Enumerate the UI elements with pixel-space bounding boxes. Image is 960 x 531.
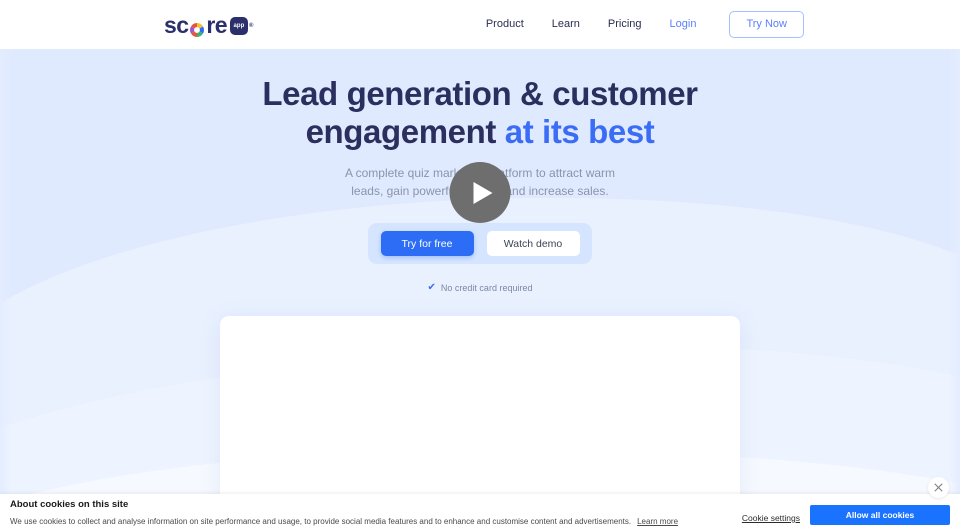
- cookie-banner-title: About cookies on this site: [10, 499, 129, 510]
- nav-item-learn[interactable]: Learn: [538, 0, 594, 49]
- no-credit-card-note: ✔ No credit card required: [0, 282, 960, 293]
- headline-line-2: engagement: [305, 113, 505, 150]
- logo-text-after: re: [206, 12, 227, 38]
- close-icon[interactable]: [928, 477, 949, 498]
- logo-app-badge: app: [229, 17, 248, 35]
- close-x-glyph: [934, 483, 943, 492]
- page-title: Lead generation & customer engagement at…: [0, 75, 960, 151]
- try-for-free-button[interactable]: Try for free: [380, 231, 474, 256]
- cookie-banner-body-text: We use cookies to collect and analyse in…: [10, 517, 632, 526]
- watch-demo-button[interactable]: Watch demo: [486, 231, 580, 256]
- brand-logo[interactable]: sc re app ®: [164, 13, 253, 37]
- learn-more-link[interactable]: Learn more: [637, 517, 678, 526]
- cookie-consent-banner: About cookies on this site We use cookie…: [0, 494, 960, 531]
- cookie-banner-body: We use cookies to collect and analyse in…: [10, 516, 678, 527]
- nav-item-login[interactable]: Login: [656, 0, 711, 49]
- play-icon[interactable]: [449, 162, 511, 223]
- nav-item-pricing[interactable]: Pricing: [594, 0, 656, 49]
- headline-accent: at its best: [504, 113, 655, 150]
- try-now-button[interactable]: Try Now: [729, 11, 804, 38]
- site-header: sc re app ® Product Learn Pricing Login …: [0, 0, 960, 49]
- check-icon: ✔: [427, 282, 436, 293]
- logo-text-before: sc: [164, 12, 189, 38]
- cookie-settings-link[interactable]: Cookie settings: [742, 513, 800, 523]
- logo-color-circle-icon: [189, 18, 205, 37]
- allow-all-cookies-button[interactable]: Allow all cookies: [810, 505, 950, 525]
- logo-wordmark: sc re app ®: [164, 13, 253, 38]
- main-navigation: Product Learn Pricing Login Try Now: [472, 0, 804, 49]
- no-credit-card-label: No credit card required: [440, 282, 533, 293]
- nav-item-product[interactable]: Product: [472, 0, 538, 49]
- hero-cta-group: Try for free Watch demo: [368, 223, 592, 264]
- logo-trademark: ®: [248, 22, 253, 29]
- logo-app-badge-label: app: [233, 23, 245, 29]
- headline-line-1: Lead generation & customer: [262, 75, 698, 112]
- play-triangle-icon: [473, 181, 492, 204]
